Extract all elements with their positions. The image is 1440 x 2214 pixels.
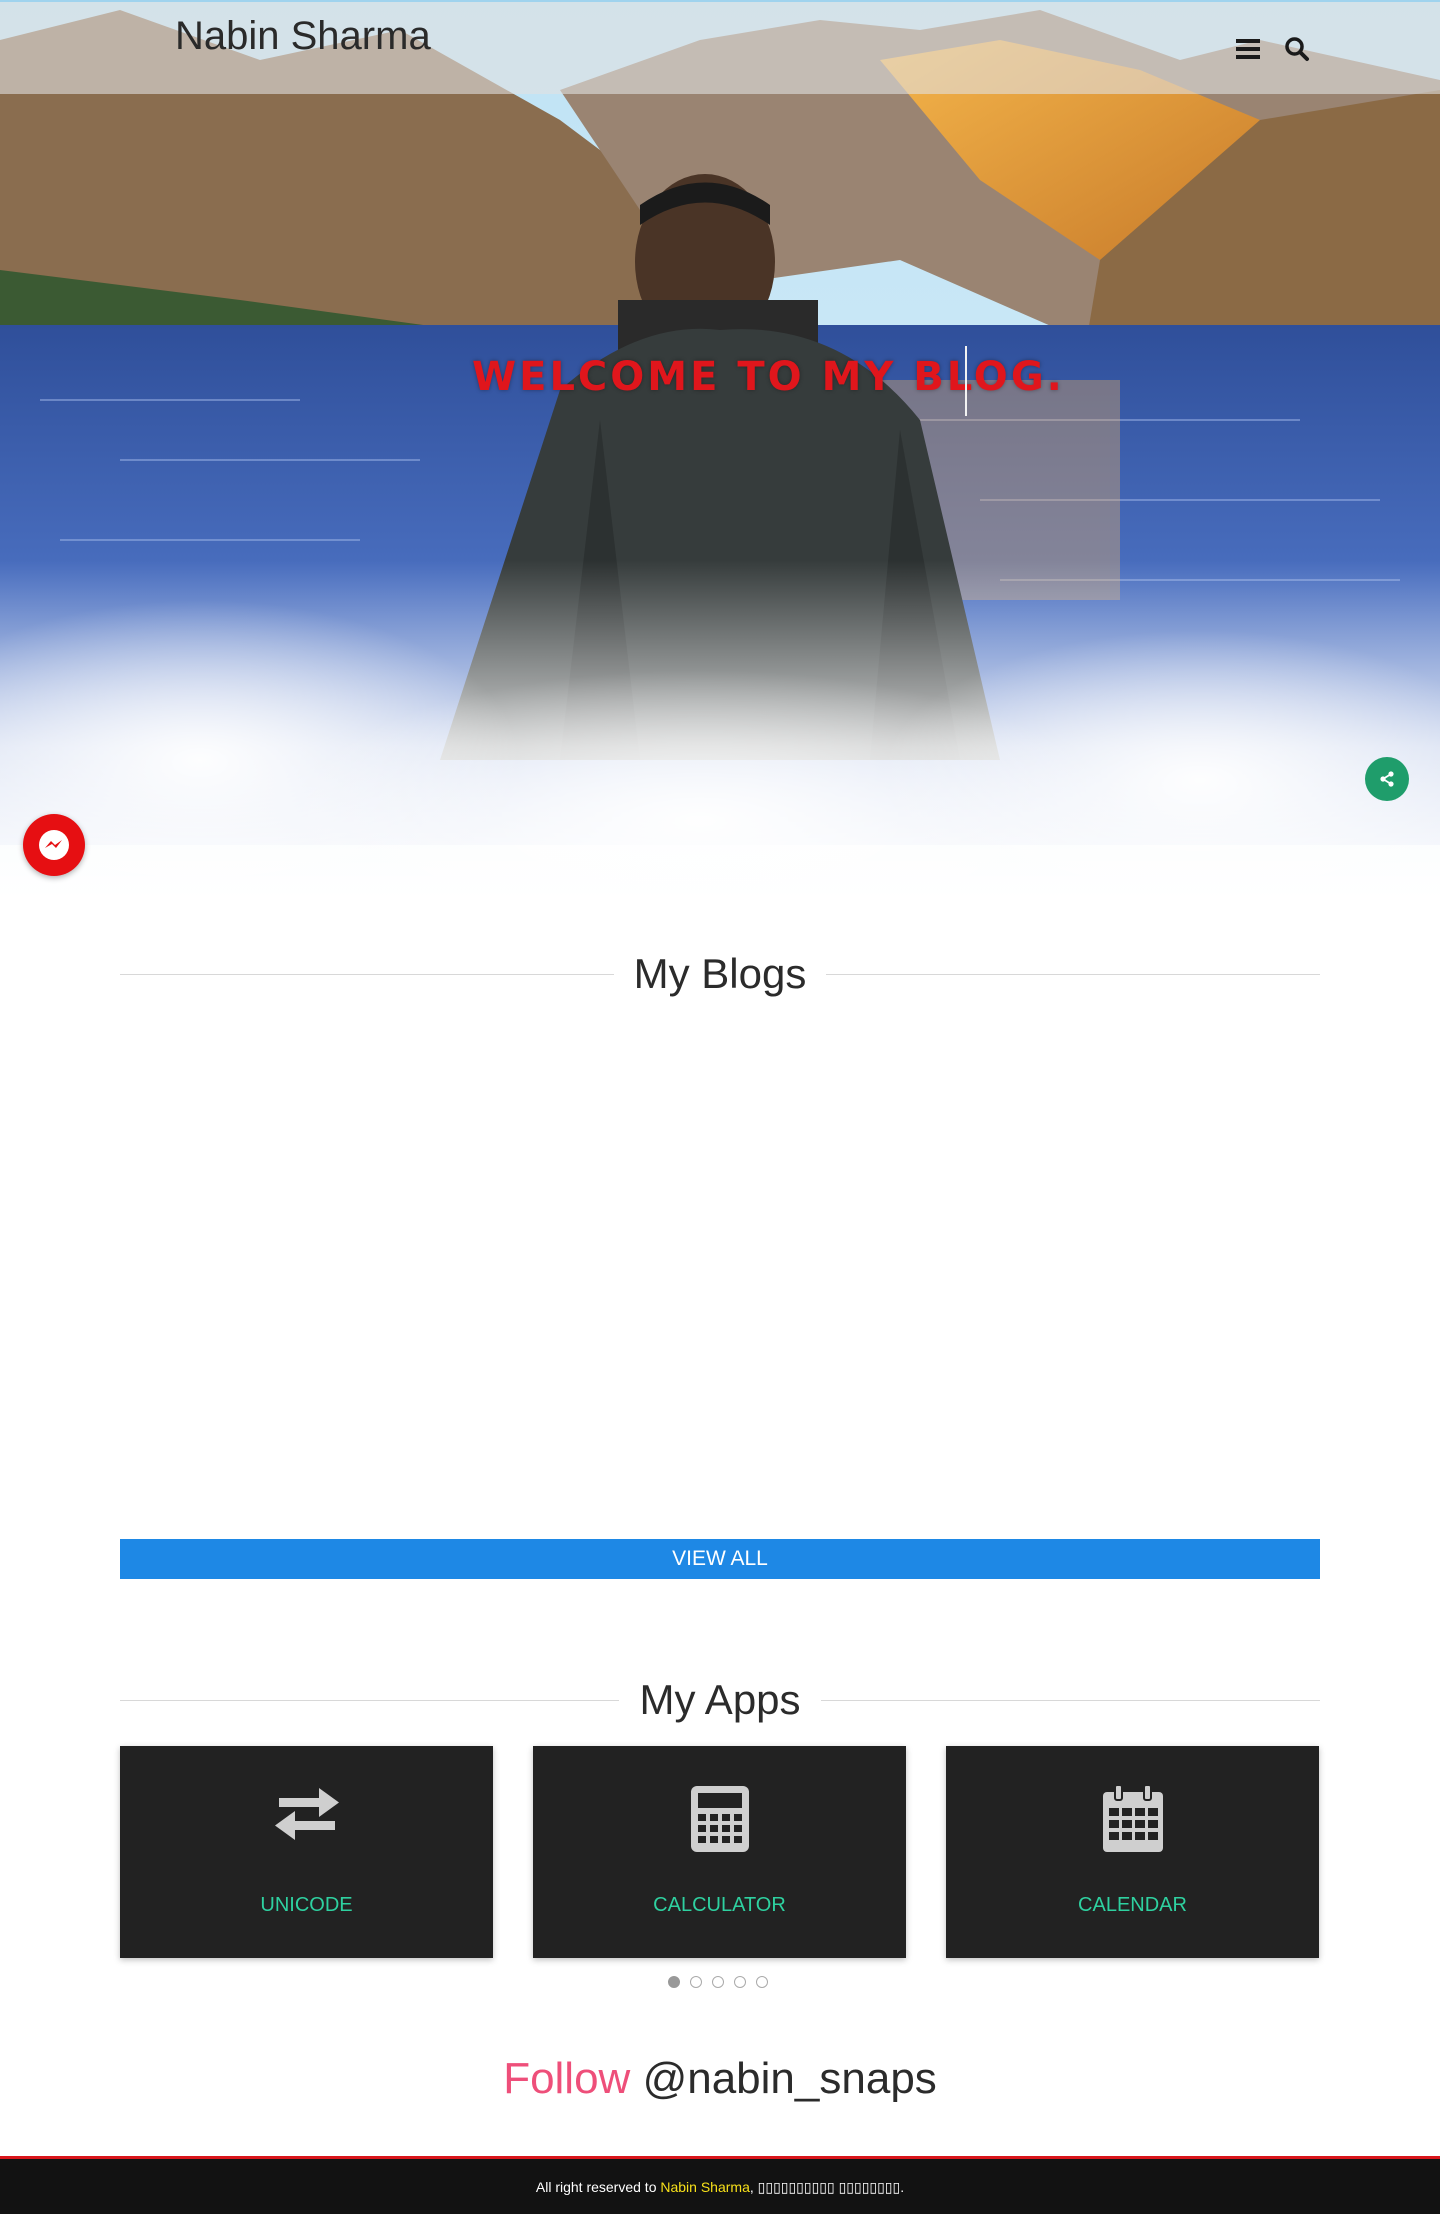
copyright-text: All right reserved to Nabin Sharma, ▯▯▯▯…	[0, 2179, 1440, 2196]
follow-instagram-link[interactable]: Follow @nabin_snaps	[0, 2054, 1440, 2104]
pagination-dot-1[interactable]	[668, 1976, 680, 1988]
heading-divider-right	[820, 1699, 1321, 1701]
heading-divider-right	[826, 973, 1320, 975]
pagination-dot-3[interactable]	[712, 1976, 724, 1988]
app-card-calculator[interactable]: CALCULATOR	[533, 1746, 906, 1958]
messenger-icon	[39, 830, 69, 860]
instagram-handle: @nabin_snaps	[642, 2054, 937, 2103]
copyright-suffix: , ▯▯▯▯▯▯▯▯▯▯ ▯▯▯▯▯▯▯▯.	[749, 2179, 905, 2195]
app-card-unicode[interactable]: UNICODE	[120, 1746, 493, 1958]
app-label: CALCULATOR	[653, 1894, 786, 1916]
app-label: UNICODE	[260, 1894, 353, 1916]
calendar-icon	[1102, 1784, 1163, 1852]
apps-section-heading: My Apps	[120, 1670, 1321, 1730]
heading-divider-left	[120, 973, 614, 975]
pagination-dot-2[interactable]	[690, 1976, 702, 1988]
view-all-button[interactable]: VIEW ALL	[120, 1539, 1320, 1579]
copyright-owner-link[interactable]: Nabin Sharma	[660, 2179, 750, 2195]
app-label: CALENDAR	[1078, 1894, 1187, 1916]
heading-divider-left	[120, 1699, 620, 1701]
bars-icon[interactable]	[1236, 38, 1260, 60]
hero-section: Nabin Sharma WELCOME TO MY BLOG.	[0, 0, 1440, 900]
top-navigation-bar: Nabin Sharma	[0, 0, 1440, 94]
pagination-dot-5[interactable]	[756, 1976, 768, 1988]
exchange-arrows-icon	[274, 1788, 339, 1840]
blogs-heading: My Blogs	[633, 950, 807, 997]
site-title[interactable]: Nabin Sharma	[175, 14, 431, 59]
typing-cursor	[965, 346, 967, 416]
blogs-section-heading: My Blogs	[120, 944, 1320, 1004]
share-icon	[1380, 771, 1394, 787]
hero-background-image	[0, 0, 1440, 900]
share-button[interactable]	[1365, 757, 1409, 801]
apps-carousel-pagination	[668, 1976, 768, 1988]
search-icon[interactable]	[1284, 36, 1310, 62]
pagination-dot-4[interactable]	[734, 1976, 746, 1988]
app-card-calendar[interactable]: CALENDAR	[946, 1746, 1319, 1958]
site-footer: All right reserved to Nabin Sharma, ▯▯▯▯…	[0, 2156, 1440, 2214]
follow-word: Follow	[503, 2054, 631, 2103]
copyright-prefix: All right reserved to	[535, 2179, 661, 2195]
messenger-chat-button[interactable]	[23, 814, 85, 876]
apps-heading: My Apps	[639, 1676, 801, 1723]
welcome-heading: WELCOME TO MY BLOG.	[472, 354, 1065, 400]
calculator-icon	[690, 1786, 749, 1852]
